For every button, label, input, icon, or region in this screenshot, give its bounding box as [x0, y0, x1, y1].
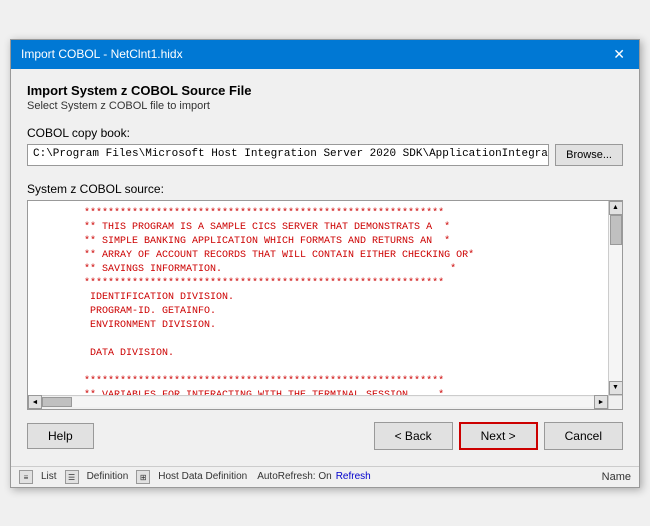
horizontal-scrollbar[interactable]: ◄ ►: [28, 395, 608, 409]
host-data-label: Host Data Definition: [158, 471, 247, 482]
source-area-container: ****************************************…: [27, 200, 623, 410]
source-label: System z COBOL source:: [27, 182, 623, 196]
name-section: Name: [381, 471, 631, 483]
scroll-left-arrow[interactable]: ◄: [28, 395, 42, 409]
scroll-thumb-h[interactable]: [42, 397, 72, 407]
cancel-button[interactable]: Cancel: [544, 422, 623, 450]
scroll-track-h[interactable]: [42, 397, 594, 407]
file-path-display: C:\Program Files\Microsoft Host Integrat…: [27, 144, 549, 166]
help-button[interactable]: Help: [27, 423, 94, 449]
close-button[interactable]: ✕: [609, 46, 629, 63]
scroll-up-arrow[interactable]: ▲: [609, 201, 623, 215]
status-items: ≡ List ☰ Definition ⊞ Host Data Definiti…: [19, 470, 247, 484]
autorefresh-status: AutoRefresh: On: [257, 471, 331, 482]
dialog-title: Import COBOL - NetClnt1.hidx: [21, 47, 183, 61]
scroll-down-arrow[interactable]: ▼: [609, 381, 623, 395]
import-cobol-dialog: Import COBOL - NetClnt1.hidx ✕ Import Sy…: [10, 39, 640, 488]
back-button[interactable]: < Back: [374, 422, 453, 450]
dialog-heading: Import System z COBOL Source File: [27, 83, 623, 98]
next-button[interactable]: Next >: [459, 422, 538, 450]
file-path-row: C:\Program Files\Microsoft Host Integrat…: [27, 144, 623, 166]
dialog-body: Import System z COBOL Source File Select…: [11, 69, 639, 466]
list-label: List: [41, 471, 57, 482]
refresh-link[interactable]: Refresh: [336, 471, 371, 482]
cobol-copybook-section: COBOL copy book: C:\Program Files\Micros…: [27, 126, 623, 166]
host-data-icon[interactable]: ⊞: [136, 470, 150, 484]
autorefresh-section: AutoRefresh: On Refresh: [257, 471, 371, 482]
vertical-scrollbar[interactable]: ▲ ▼: [608, 201, 622, 395]
status-bar: ≡ List ☰ Definition ⊞ Host Data Definiti…: [11, 466, 639, 487]
button-row: Help < Back Next > Cancel: [27, 410, 623, 456]
title-bar: Import COBOL - NetClnt1.hidx ✕: [11, 40, 639, 69]
scroll-thumb-v[interactable]: [610, 215, 622, 245]
cobol-label: COBOL copy book:: [27, 126, 623, 140]
definition-icon[interactable]: ☰: [65, 470, 79, 484]
nav-buttons: < Back Next > Cancel: [374, 422, 623, 450]
scroll-track-v[interactable]: [609, 215, 622, 381]
name-label: Name: [602, 471, 631, 483]
dialog-subheading: Select System z COBOL file to import: [27, 100, 623, 112]
browse-button[interactable]: Browse...: [555, 144, 623, 166]
scrollbar-corner: [608, 395, 622, 409]
definition-label: Definition: [87, 471, 129, 482]
source-content: ****************************************…: [28, 201, 622, 409]
list-icon[interactable]: ≡: [19, 470, 33, 484]
scroll-right-arrow[interactable]: ►: [594, 395, 608, 409]
